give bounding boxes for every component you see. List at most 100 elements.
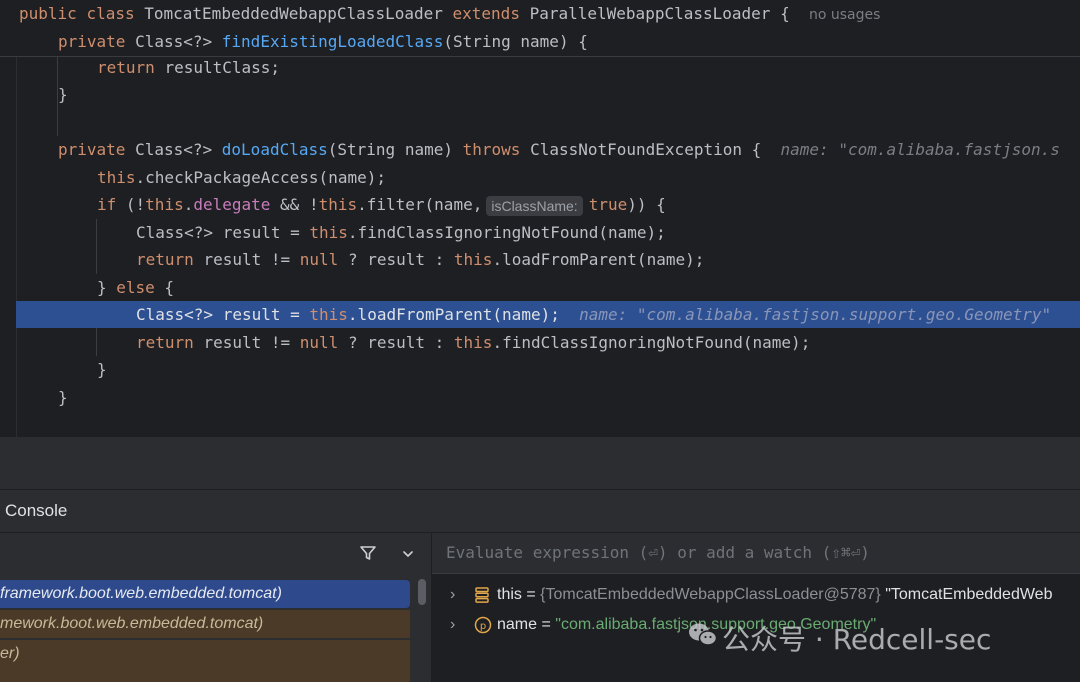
sticky-header[interactable]: public class TomcatEmbeddedWebappClassLo… (0, 0, 1080, 57)
keyword: throws (462, 140, 521, 159)
evaluate-expression-field[interactable]: Evaluate expression (⏎) or add a watch (… (432, 533, 1080, 574)
code-line-close-brace[interactable]: } (58, 81, 68, 108)
keyword: return (136, 250, 194, 269)
frames-panel[interactable]: framework.boot.web.embedded.tomcat) mewo… (0, 533, 432, 682)
variable-text: this = {TomcatEmbeddedWebappClassLoader@… (497, 580, 1052, 610)
code-text: .findClassIgnoringNotFound(name); (347, 223, 666, 242)
watermark: 公众号 · Redcell-sec (689, 618, 991, 658)
keyword: if (97, 195, 117, 214)
keyword: private (58, 140, 126, 159)
code-text: result != (203, 250, 300, 269)
code-text: Class<?> result = (136, 223, 310, 242)
code-text: .findClassIgnoringNotFound(name); (492, 333, 811, 352)
variable-equals: = (521, 586, 541, 603)
keyword: this (318, 195, 358, 214)
keyword: extends (452, 4, 520, 23)
variable-row-this[interactable]: › this = {TomcatEmbeddedWebappClassLoade… (432, 580, 1080, 610)
code-line-close-brace[interactable]: } (58, 384, 68, 411)
code-text: Class<?> result = (136, 305, 310, 324)
code-text: { (154, 278, 175, 297)
code-text: .checkPackageAccess(name); (135, 168, 386, 187)
variable-name: this (497, 586, 522, 603)
keyword: this (97, 168, 136, 187)
inline-debug-value: name: "com.alibaba.fastjson.s (780, 140, 1060, 159)
keyword: return (97, 58, 155, 77)
keyword: this (145, 195, 184, 214)
class-name: TomcatEmbeddedWebappClassLoader (144, 4, 443, 23)
code-text: .loadFromParent(name); (492, 250, 705, 269)
code-text: .loadFromParent(name); (347, 305, 560, 324)
parameter-name-hint: isClassName: (486, 195, 583, 216)
variable-type: {TomcatEmbeddedWebappClassLoader@5787} (540, 586, 881, 603)
code-line-result-load-parent[interactable]: Class<?> result = this.loadFromParent(na… (136, 301, 1051, 328)
code-editor[interactable]: public class TomcatEmbeddedWebappClassLo… (0, 0, 1080, 437)
code-text: resultClass; (164, 58, 281, 77)
parameter-icon: p (474, 616, 492, 634)
code-text: ? result : (347, 250, 454, 269)
code-text: && ! (270, 195, 319, 214)
keyword: class (86, 4, 135, 23)
keyword: this (453, 333, 493, 352)
method-name: findExistingLoadedClass (221, 32, 444, 51)
frames-header (0, 533, 431, 573)
wechat-icon (689, 623, 718, 646)
code-text: result != (203, 333, 300, 352)
keyword: null (299, 250, 339, 269)
field-name: delegate (193, 195, 271, 214)
variable-value: "TomcatEmbeddedWeb (880, 586, 1053, 603)
keyword: return (136, 333, 194, 352)
code-line-doloadclass[interactable]: private Class<?> doLoadClass(String name… (58, 136, 1060, 163)
keyword: null (299, 333, 339, 352)
code-line-return-load-parent[interactable]: return result != null ? result : this.lo… (136, 246, 704, 273)
chevron-right-icon[interactable]: › (450, 610, 455, 640)
indent-guide (96, 219, 97, 274)
exception-name: ClassNotFoundException { (530, 140, 762, 159)
code-text: } (97, 278, 117, 297)
return-type: Class<?> (135, 140, 213, 159)
code-line-return-find[interactable]: return result != null ? result : this.fi… (136, 329, 810, 356)
chevron-right-icon[interactable]: › (450, 580, 455, 610)
code-line-else[interactable]: } else { (97, 274, 174, 301)
code-line-close-brace[interactable]: } (97, 356, 107, 383)
tab-console[interactable]: Console (5, 490, 67, 532)
keyword: this (309, 223, 348, 242)
frames-scrollbar[interactable] (418, 579, 426, 605)
debug-tab-bar: Console (0, 490, 1080, 533)
brace: } (58, 85, 68, 104)
method-name: doLoadClass (221, 140, 328, 159)
brace: } (97, 360, 107, 379)
evaluate-expression-placeholder: Evaluate expression (⏎) or add a watch (… (446, 543, 870, 562)
variable-equals: = (537, 616, 556, 633)
code-text: .filter(name, (357, 195, 483, 214)
code-text: )) { (627, 195, 666, 214)
code-text: (! (125, 195, 146, 214)
params: (String name) (327, 140, 453, 159)
brace: } (58, 388, 68, 407)
keyword: this (453, 250, 493, 269)
stack-frame[interactable]: mework.boot.web.embedded.tomcat) (0, 610, 410, 638)
code-line-find-existing[interactable]: private Class<?> findExistingLoadedClass… (58, 28, 588, 55)
params: (String name) { (443, 32, 588, 51)
code-line-return-result-class[interactable]: return resultClass; (97, 54, 280, 81)
keyword: private (58, 32, 126, 51)
svg-text:p: p (480, 621, 486, 632)
variables-panel[interactable]: Evaluate expression (⏎) or add a watch (… (432, 533, 1080, 682)
stack-frame[interactable]: er) (0, 640, 410, 682)
stack-frame-selected[interactable]: framework.boot.web.embedded.tomcat) (0, 580, 410, 608)
variable-name: name (497, 616, 538, 633)
debug-toolbar[interactable] (0, 437, 1080, 490)
code-line-check-access[interactable]: this.checkPackageAccess(name); (97, 164, 386, 191)
keyword: public (19, 4, 77, 23)
editor-gutter[interactable] (0, 56, 17, 437)
code-line-class-decl[interactable]: public class TomcatEmbeddedWebappClassLo… (19, 0, 880, 27)
code-line-if[interactable]: if (!this.delegate && !this.filter(name,… (97, 191, 666, 218)
usages-hint[interactable]: no usages (809, 7, 880, 23)
inline-debug-value: name: "com.alibaba.fastjson.support.geo.… (579, 305, 1052, 324)
keyword: else (116, 278, 155, 297)
keyword: this (309, 305, 348, 324)
chevron-down-icon[interactable] (400, 546, 416, 562)
code-line-result-find[interactable]: Class<?> result = this.findClassIgnoring… (136, 219, 666, 246)
brace: { (780, 4, 790, 23)
filter-icon[interactable] (358, 543, 378, 563)
code-text: ? result : (347, 333, 454, 352)
